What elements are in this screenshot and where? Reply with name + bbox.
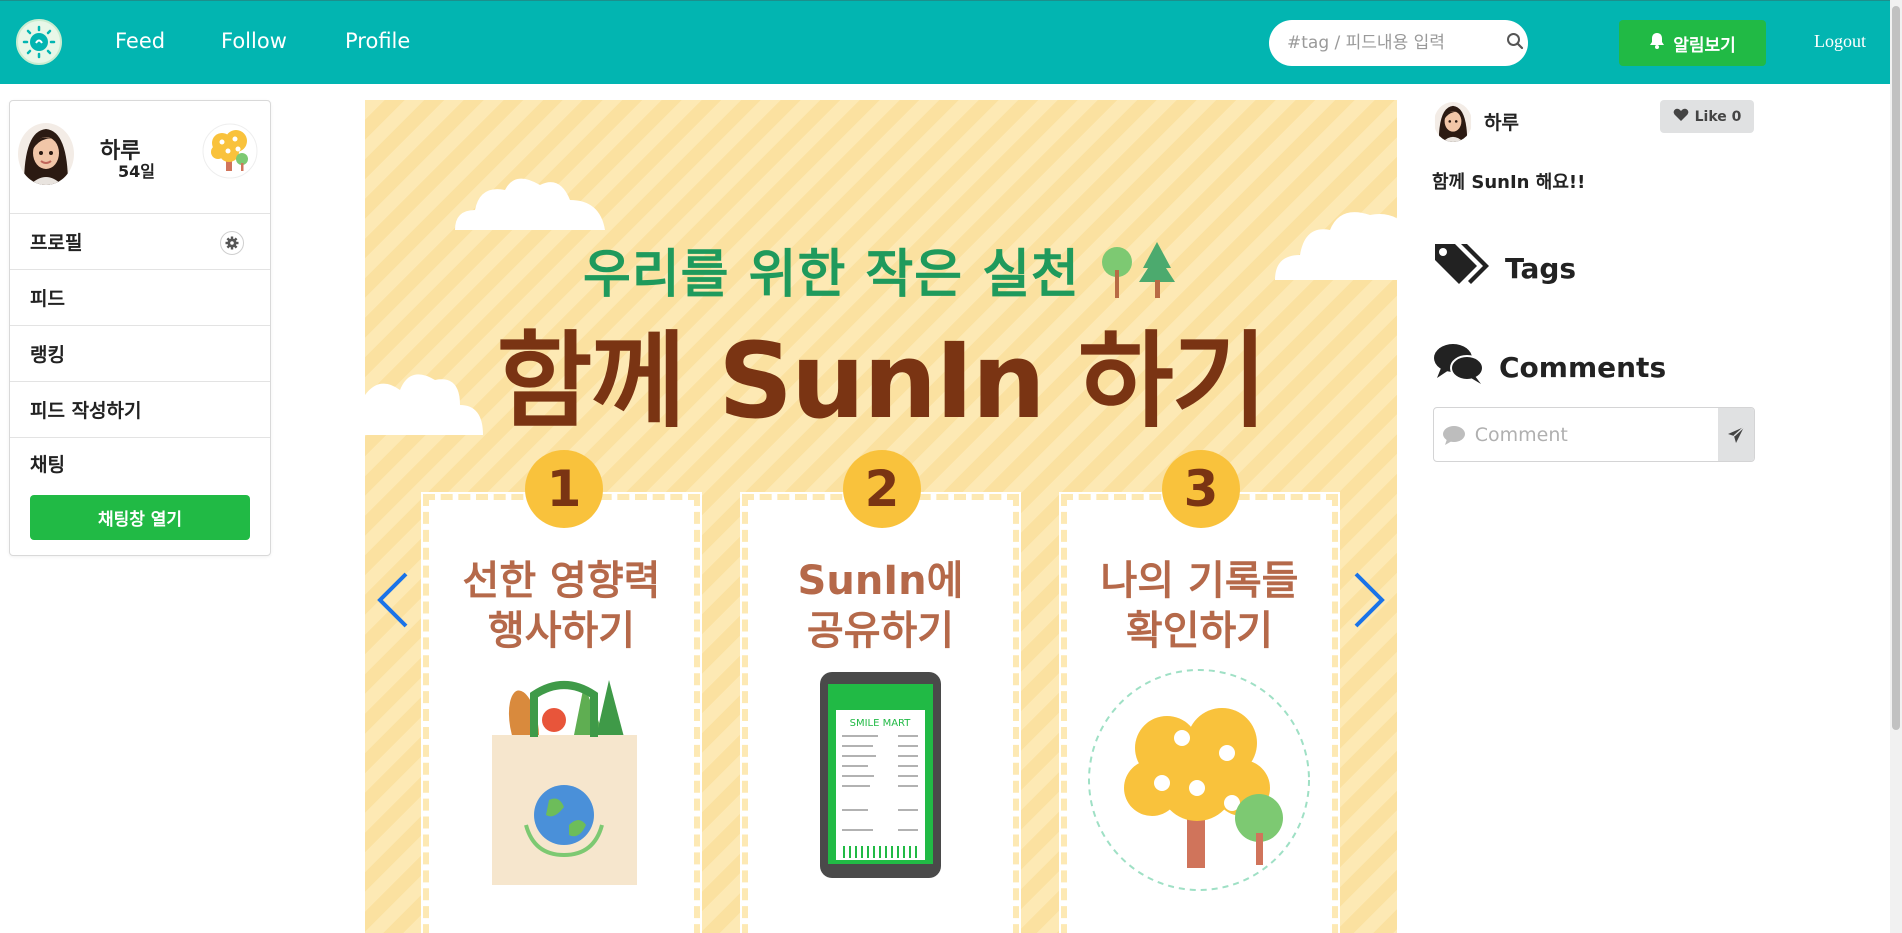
eco-bag-icon xyxy=(492,680,637,885)
search-icon[interactable] xyxy=(1506,32,1524,54)
cloud-icon xyxy=(455,178,605,230)
trees-icon xyxy=(1101,242,1175,298)
sidebar-item-chat: 채팅 xyxy=(10,438,270,488)
comments-heading: Comments xyxy=(1499,351,1667,384)
top-navbar: Feed Follow Profile 알림보기 Logout xyxy=(0,0,1890,84)
scrollbar-thumb[interactable] xyxy=(1892,6,1900,730)
alarm-button-label: 알림보기 xyxy=(1673,35,1736,56)
paper-plane-icon xyxy=(1727,425,1745,443)
sidebar-item-write-feed[interactable]: 피드 작성하기 xyxy=(10,382,270,438)
sidebar-item-profile[interactable]: 프로필 xyxy=(10,214,270,270)
sidebar-item-label: 피드 xyxy=(30,288,65,310)
carousel-prev-arrow[interactable] xyxy=(373,570,413,630)
author-avatar[interactable] xyxy=(1434,102,1472,142)
comments-section: Comments xyxy=(1433,342,1666,393)
card-title: 나의 기록들 확인하기 xyxy=(1100,558,1299,654)
open-chat-button[interactable]: 채팅창 열기 xyxy=(30,495,250,540)
sidebar-item-label: 프로필 xyxy=(30,232,83,254)
avatar[interactable] xyxy=(18,123,74,185)
sidebar-item-label: 채팅 xyxy=(30,453,65,476)
card-title: SunIn에 공유하기 xyxy=(797,558,964,654)
search-input[interactable] xyxy=(1287,33,1506,53)
card-title: 선한 영향력 행사하기 xyxy=(462,558,661,654)
step-card: 선한 영향력 행사하기 xyxy=(421,492,702,933)
sidebar-item-ranking[interactable]: 랭킹 xyxy=(10,326,270,382)
nav-feed-link[interactable]: Feed xyxy=(115,29,165,53)
like-button[interactable]: Like 0 xyxy=(1660,100,1754,133)
post-content: 함께 SunIn 해요!! xyxy=(1432,172,1586,193)
step-number-badge: 1 xyxy=(525,450,603,528)
step-number-badge: 3 xyxy=(1162,450,1240,528)
heart-icon xyxy=(1673,108,1689,126)
profile-summary: 하루 54일 xyxy=(10,101,270,214)
receipt-header: SMILE MART xyxy=(850,718,912,729)
step-number-badge: 2 xyxy=(843,450,921,528)
sidebar-item-feed[interactable]: 피드 xyxy=(10,270,270,326)
search-box xyxy=(1269,20,1528,66)
step-card: 나의 기록들 확인하기 xyxy=(1059,492,1340,933)
post-image-carousel: 우리를 위한 작은 실천 함께 SunIn 하기 선한 영향력 행사하기 1 S… xyxy=(365,100,1397,933)
nav-follow-link[interactable]: Follow xyxy=(221,29,287,53)
profile-days-count: 54일 xyxy=(118,162,155,181)
comment-form xyxy=(1433,407,1755,462)
carousel-next-arrow[interactable] xyxy=(1349,570,1389,630)
bell-icon xyxy=(1649,32,1665,54)
comment-input[interactable] xyxy=(1474,408,1718,461)
left-sidebar: 하루 54일 프로필 피드 랭킹 피드 작성하기 채팅 채팅창 열기 xyxy=(9,100,271,556)
alarm-button[interactable]: 알림보기 xyxy=(1619,20,1766,66)
tree-badge-icon xyxy=(202,123,258,179)
nav-profile-link[interactable]: Profile xyxy=(345,29,410,53)
send-comment-button[interactable] xyxy=(1717,408,1754,461)
tree-icon xyxy=(1088,669,1310,891)
gear-icon[interactable] xyxy=(220,231,244,255)
step-card: SunIn에 공유하기 SMILE MART xyxy=(740,492,1021,933)
page-scrollbar[interactable] xyxy=(1890,0,1902,933)
tags-icon xyxy=(1433,240,1491,297)
author-name[interactable]: 하루 xyxy=(1484,108,1519,135)
sidebar-item-label: 피드 작성하기 xyxy=(30,400,142,422)
logo-icon[interactable] xyxy=(16,19,62,65)
logout-link[interactable]: Logout xyxy=(1814,31,1866,52)
phone-receipt-icon: SMILE MART xyxy=(820,672,941,878)
comment-icon xyxy=(1434,408,1475,461)
sidebar-item-label: 랭킹 xyxy=(30,344,65,366)
tags-heading: Tags xyxy=(1505,252,1577,285)
comments-icon xyxy=(1433,342,1485,393)
like-label: Like 0 xyxy=(1694,108,1742,125)
tags-section: Tags xyxy=(1433,240,1576,297)
image-title: 함께 SunIn 하기 xyxy=(496,320,1268,442)
